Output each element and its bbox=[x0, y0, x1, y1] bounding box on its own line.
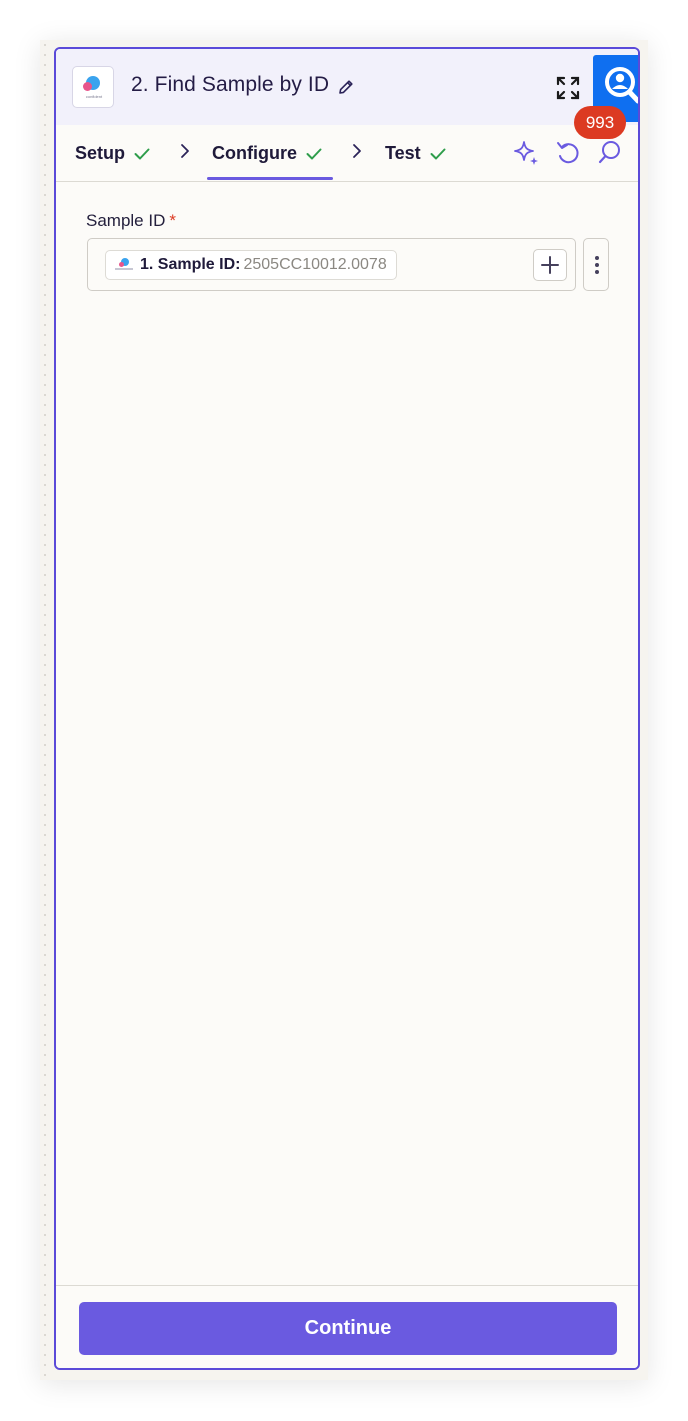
undo-icon[interactable] bbox=[555, 139, 581, 167]
insert-data-button[interactable] bbox=[533, 249, 567, 281]
comment-search-icon[interactable] bbox=[596, 139, 624, 167]
chevron-right-icon bbox=[181, 144, 189, 158]
active-tab-indicator bbox=[207, 177, 333, 180]
mapped-value-text: 2505CC10012.0078 bbox=[243, 256, 387, 273]
sparkle-icon[interactable] bbox=[513, 139, 541, 167]
kebab-dot bbox=[595, 270, 599, 274]
sample-id-label: Sample ID * bbox=[86, 211, 176, 231]
plus-icon bbox=[541, 256, 559, 274]
canvas-dots bbox=[40, 40, 52, 1380]
tab-setup[interactable]: Setup bbox=[75, 143, 150, 164]
kebab-dot bbox=[595, 263, 599, 267]
notification-badge[interactable]: 993 bbox=[574, 106, 626, 139]
pencil-icon[interactable] bbox=[337, 78, 355, 96]
tab-test-label: Test bbox=[385, 143, 421, 163]
field-options-button[interactable] bbox=[583, 238, 609, 291]
mapped-value-pill[interactable]: 1. Sample ID: 2505CC10012.0078 bbox=[105, 250, 397, 280]
mapped-value-label: 1. Sample ID: bbox=[140, 256, 241, 273]
step-editor-panel: confident 2. Find Sample by ID 993 Setup… bbox=[54, 47, 640, 1370]
sample-id-label-text: Sample ID bbox=[86, 211, 166, 230]
panel-footer: Continue bbox=[56, 1285, 638, 1368]
tab-configure-label: Configure bbox=[212, 143, 297, 163]
check-icon bbox=[306, 148, 322, 160]
continue-button[interactable]: Continue bbox=[79, 1302, 617, 1355]
expand-icon[interactable] bbox=[556, 76, 580, 100]
sample-id-field[interactable]: 1. Sample ID: 2505CC10012.0078 bbox=[87, 238, 576, 291]
app-logo-icon bbox=[115, 257, 133, 273]
check-icon bbox=[430, 148, 446, 160]
check-icon bbox=[134, 148, 150, 160]
required-marker: * bbox=[169, 211, 176, 230]
tab-test[interactable]: Test bbox=[385, 143, 446, 164]
chevron-right-icon bbox=[353, 144, 361, 158]
app-logo: confident bbox=[72, 66, 114, 108]
step-header: confident 2. Find Sample by ID bbox=[56, 49, 638, 125]
step-tabs: Setup Configure Test bbox=[56, 125, 638, 182]
step-title[interactable]: 2. Find Sample by ID bbox=[131, 73, 329, 97]
tab-configure[interactable]: Configure bbox=[212, 143, 322, 164]
app-logo-text: confident bbox=[85, 94, 103, 99]
kebab-icon bbox=[595, 256, 599, 260]
tab-setup-label: Setup bbox=[75, 143, 126, 163]
